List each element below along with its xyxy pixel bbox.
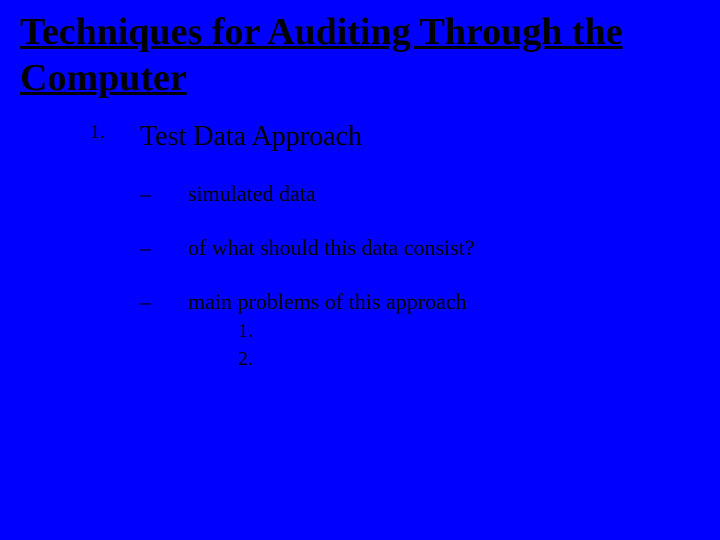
list-item-1: 1. Test Data Approach <box>90 121 700 153</box>
sub-item-b-text: of what should this data consist? <box>188 235 475 261</box>
slide-title: Techniques for Auditing Through the Comp… <box>20 10 700 101</box>
sub-item-a-text: simulated data <box>188 181 316 207</box>
sub-item-c: – main problems of this approach <box>140 289 700 315</box>
slide: Techniques for Auditing Through the Comp… <box>0 0 720 540</box>
slide-body: 1. Test Data Approach – simulated data –… <box>20 121 700 373</box>
sub-item-b-bullet: – <box>140 235 188 261</box>
subsub-list: 1. 2. <box>140 317 700 373</box>
sub-item-a: – simulated data <box>140 181 700 207</box>
sub-item-a-bullet: – <box>140 181 188 207</box>
subsub-item-2: 2. <box>238 345 700 373</box>
list-item-1-label: Test Data Approach <box>140 121 362 153</box>
sub-item-c-text: main problems of this approach <box>188 289 467 315</box>
sub-item-b: – of what should this data consist? <box>140 235 700 261</box>
subsub-item-1: 1. <box>238 317 700 345</box>
sub-item-c-bullet: – <box>140 289 188 315</box>
sub-list: – simulated data – of what should this d… <box>90 181 700 373</box>
list-item-1-number: 1. <box>90 121 140 153</box>
